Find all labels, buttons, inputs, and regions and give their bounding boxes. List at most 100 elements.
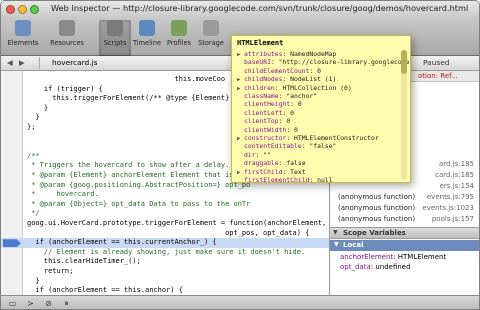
property-value: : "http://closure-library.googlecode. [270,58,411,67]
scope-variable[interactable]: anchorElement: HTMLElement [340,253,446,261]
call-frame-function: (anonymous function) [338,204,416,212]
back-arrow-icon[interactable]: ◀ [7,58,13,67]
tab-timeline[interactable]: Timeline [132,20,162,56]
scripts-icon [107,20,123,36]
property-key: clientHeight [244,100,291,109]
call-frame-location: ard.js:185 [438,160,474,168]
property-key: clientTop [244,117,279,126]
tab-resources[interactable]: Resources [45,20,89,56]
property-value: : 0 [286,125,298,134]
inspector-window: Web Inspector — http://closure-library.g… [0,0,480,310]
code-line: opt_pos, opt_data) { [27,228,310,237]
property-key: attributes [244,50,283,58]
tab-scripts[interactable]: Scripts [99,20,131,56]
property-key: baseURI [244,58,271,67]
tab-elements[interactable]: Elements [3,20,43,56]
close-window-button[interactable] [6,5,15,14]
property-value: : NodeList (1) [282,75,337,84]
code-line: */ [27,209,40,218]
code-line: if (anchorElement == this.anchor) { [27,286,183,295]
property-key: draggable [244,159,279,168]
call-frame[interactable]: (anonymous function) events.js:1023 [330,203,479,214]
tab-storage[interactable]: Storage [196,20,226,56]
property-key: childNodes [244,75,283,84]
disclosure-triangle-icon: ▼ [333,229,338,236]
property-key: constructor [244,134,287,142]
property-key: dir [244,150,256,159]
local-scope-header[interactable]: ▼ Local [330,240,479,251]
zoom-window-button[interactable] [30,5,39,14]
variable-value: : HTMLElement [393,253,447,261]
property-key: clientLeft [244,108,283,117]
call-frame-function: (anonymous function) [338,215,416,223]
property-value: : 0 [278,117,291,126]
property-value: : "false" [301,142,337,151]
scope-variables-title: Scope Variables [343,229,406,237]
console-icon[interactable]: ≻ [25,299,36,309]
call-frame-location: card.js:185 [435,171,474,179]
disclosure-triangle-icon: ▼ [334,241,339,248]
property-value: : HTMLCollection (0) [274,83,352,92]
code-line: * hovercard. [27,190,99,199]
property-key: contentEditable [244,142,302,151]
code-line: // Element is already showing, just make… [27,247,306,256]
breakpoint-marker[interactable] [3,239,21,248]
title-bar: Web Inspector — http://closure-library.g… [1,1,479,18]
call-frame-location: ers.js:154 [439,182,474,190]
property-key: clientWidth [244,125,287,134]
property-value: : Text [282,167,306,176]
property-value: : 0 [309,66,321,75]
code-line: goog.ui.HoverCard.prototype.triggerForEl… [27,219,327,227]
property-value: : null [309,176,333,183]
call-frame-location: events.js:1023 [422,204,474,212]
property-key: children [244,83,275,92]
paused-status: Paused [423,58,450,67]
popover-scrollbar[interactable] [401,50,407,180]
call-frame-location: pools.js:157 [431,215,474,223]
property-value: : HTMLElementConstructor [286,134,379,142]
scope-variables-header[interactable]: ▼ Scope Variables [330,227,479,239]
property-value: : false [278,159,306,168]
code-line: if (anchorElement == this.currentAnchor_… [1,238,329,248]
tab-profiles[interactable]: Profiles [164,20,194,56]
property-value: : 0 [290,100,302,109]
dock-icon[interactable]: ▭ [7,299,18,309]
property-value: : 0 [282,108,295,117]
variable-name: opt_data [340,263,371,271]
call-frame-location: events.js:795 [426,193,474,201]
file-select[interactable]: hovercard.js [39,57,119,69]
popover-scrollbar-thumb[interactable] [401,50,407,74]
resources-icon [59,20,75,36]
property-key: firstChild [244,167,283,176]
elements-icon [15,20,31,36]
code-line: * @param {Object=} opt_data Data to pass… [27,199,251,208]
variable-value: : undefined [370,263,411,271]
call-frame[interactable]: (anonymous function) pools.js:157 [330,214,479,225]
window-title: Web Inspector — http://closure-library.g… [51,3,469,13]
property-key: className [244,92,279,100]
call-frame[interactable]: (anonymous function) events.js:795 [330,192,479,203]
code-line: } [27,276,40,285]
storage-icon [203,20,219,36]
pause-on-exceptions-icon[interactable]: ⏸ [61,299,72,309]
scope-variable[interactable]: opt_data: undefined [340,263,411,271]
watch-label: otion: Ref... [418,72,458,80]
profiles-icon [171,20,187,36]
code-line: this.clearHideTimer_(); [27,257,141,266]
variable-name: anchorElement [340,253,394,261]
object-popover: HTMLElement ▶ attributes: NamedNodeMap bas… [231,35,411,183]
property-value: : "anchor" [278,92,318,100]
property-value: : NamedNodeMap [282,50,337,58]
property-key: childElementCount [244,66,310,75]
timeline-icon [139,20,155,36]
property-key: firstElementChild [244,176,310,183]
popover-title: HTMLElement [237,39,284,47]
clear-icon[interactable]: ⊘ [43,299,54,309]
status-bar: ▭ ≻ ⊘ ⏸ [1,295,479,309]
local-scope-title: Local [343,241,364,249]
code-line: return; [27,267,74,275]
minimize-window-button[interactable] [18,5,27,14]
property-value: : "" [255,150,271,159]
forward-arrow-icon[interactable]: ▶ [19,58,25,67]
call-frame-function: (anonymous function) [338,193,416,201]
